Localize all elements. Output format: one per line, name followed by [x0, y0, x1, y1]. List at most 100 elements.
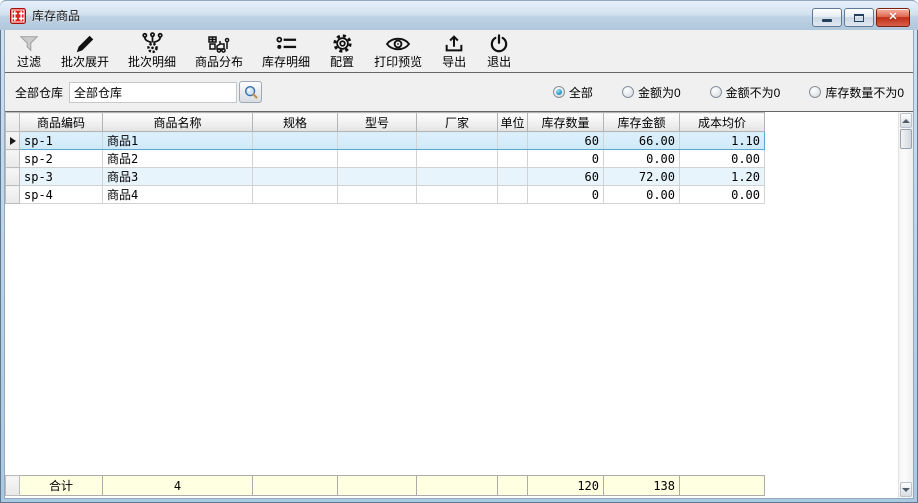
column-header[interactable]: 库存金额 [604, 113, 680, 132]
radio-label: 库存数量不为0 [825, 84, 904, 101]
radio-unselected-icon [622, 86, 634, 98]
radio-qty-nonzero[interactable]: 库存数量不为0 [809, 84, 904, 101]
minimize-button[interactable] [812, 8, 842, 27]
cell-vendor[interactable] [417, 132, 498, 150]
column-header[interactable]: 商品编码 [20, 113, 103, 132]
column-header[interactable]: 型号 [338, 113, 417, 132]
warehouse-search-button[interactable] [239, 81, 262, 103]
radio-amount-zero[interactable]: 金额为0 [622, 84, 681, 101]
radio-amount-nonzero[interactable]: 金额不为0 [710, 84, 781, 101]
truck-boxes-icon [206, 31, 232, 55]
exit-button[interactable]: 退出 [481, 31, 517, 72]
current-row-arrow-icon [10, 137, 16, 145]
maximize-button[interactable] [844, 8, 874, 27]
cell-code[interactable]: sp-4 [20, 186, 103, 204]
window-title: 库存商品 [32, 7, 80, 24]
column-header[interactable]: 商品名称 [103, 113, 253, 132]
cell-code[interactable]: sp-1 [20, 132, 103, 150]
scrollbar-thumb[interactable] [900, 129, 912, 149]
product-distribution-button[interactable]: 商品分布 [190, 31, 248, 72]
column-header[interactable]: 规格 [253, 113, 338, 132]
filter-button[interactable]: 过滤 [11, 31, 47, 72]
app-window: 库存商品 ✕ 过滤 批次展开 [0, 0, 918, 503]
cell-vendor[interactable] [417, 168, 498, 186]
summary-indicator-cell [6, 476, 20, 496]
cell-unit[interactable] [498, 186, 528, 204]
cell-amount[interactable]: 72.00 [604, 168, 680, 186]
print-preview-button[interactable]: 打印预览 [369, 31, 427, 72]
toolbar: 过滤 批次展开 批次明细 [5, 30, 913, 72]
scroll-down-button[interactable] [900, 482, 912, 497]
indicator-header-cell [6, 113, 20, 132]
column-header[interactable]: 单位 [498, 113, 528, 132]
cell-amount[interactable]: 0.00 [604, 150, 680, 168]
cell-unit[interactable] [498, 132, 528, 150]
table-row[interactable]: sp-2 商品2 0 0.00 0.00 [6, 150, 765, 168]
table-row[interactable]: sp-4 商品4 0 0.00 0.00 [6, 186, 765, 204]
cell-vendor[interactable] [417, 186, 498, 204]
cell-spec[interactable] [253, 168, 338, 186]
cell-model[interactable] [338, 150, 417, 168]
column-header[interactable]: 成本均价 [680, 113, 765, 132]
cell-name[interactable]: 商品3 [103, 168, 253, 186]
cell-cost[interactable]: 0.00 [680, 186, 765, 204]
cell-unit[interactable] [498, 168, 528, 186]
table-row[interactable]: sp-3 商品3 60 72.00 1.20 [6, 168, 765, 186]
inventory-table: 商品编码 商品名称 规格 型号 厂家 单位 库存数量 库存金额 成本均价 sp [5, 112, 765, 204]
cell-qty[interactable]: 0 [528, 150, 604, 168]
toolbar-label: 导出 [442, 55, 466, 69]
cell-code[interactable]: sp-3 [20, 168, 103, 186]
cell-name[interactable]: 商品1 [103, 132, 253, 150]
inventory-grid-area: 商品编码 商品名称 规格 型号 厂家 单位 库存数量 库存金额 成本均价 sp [5, 112, 913, 498]
vertical-scrollbar[interactable] [898, 112, 913, 498]
cell-qty[interactable]: 0 [528, 186, 604, 204]
toolbar-label: 过滤 [17, 55, 41, 69]
cell-qty[interactable]: 60 [528, 132, 604, 150]
cell-code[interactable]: sp-2 [20, 150, 103, 168]
summary-empty-cell [417, 476, 498, 496]
cell-model[interactable] [338, 132, 417, 150]
cell-model[interactable] [338, 168, 417, 186]
stock-detail-button[interactable]: 库存明细 [257, 31, 315, 72]
batch-expand-button[interactable]: 批次展开 [56, 31, 114, 72]
table-row[interactable]: sp-1 商品1 60 66.00 1.10 [6, 132, 765, 150]
cell-model[interactable] [338, 186, 417, 204]
radio-unselected-icon [809, 86, 821, 98]
cell-spec[interactable] [253, 150, 338, 168]
config-button[interactable]: 配置 [324, 31, 360, 72]
radio-all[interactable]: 全部 [553, 84, 593, 101]
scroll-up-button[interactable] [900, 113, 912, 128]
radio-selected-icon [553, 86, 565, 98]
cell-spec[interactable] [253, 132, 338, 150]
power-icon [486, 33, 512, 55]
gear-icon [329, 32, 355, 55]
export-up-icon [441, 33, 467, 55]
cell-unit[interactable] [498, 150, 528, 168]
minimize-icon [822, 19, 832, 22]
cell-vendor[interactable] [417, 150, 498, 168]
toolbar-label: 退出 [487, 55, 511, 69]
summary-label: 合计 [20, 476, 103, 496]
cell-name[interactable]: 商品4 [103, 186, 253, 204]
toolbar-label: 配置 [330, 55, 354, 69]
cell-amount[interactable]: 0.00 [604, 186, 680, 204]
batch-detail-button[interactable]: 批次明细 [123, 31, 181, 72]
bullet-list-icon [273, 32, 299, 55]
warehouse-input[interactable] [69, 82, 237, 103]
toolbar-label: 商品分布 [195, 55, 243, 69]
cell-cost[interactable]: 1.20 [680, 168, 765, 186]
cell-spec[interactable] [253, 186, 338, 204]
close-button[interactable]: ✕ [876, 8, 910, 27]
cell-qty[interactable]: 60 [528, 168, 604, 186]
toolbar-label: 批次展开 [61, 55, 109, 69]
toolbar-label: 库存明细 [262, 55, 310, 69]
cell-name[interactable]: 商品2 [103, 150, 253, 168]
export-button[interactable]: 导出 [436, 31, 472, 72]
column-header[interactable]: 库存数量 [528, 113, 604, 132]
cell-cost[interactable]: 1.10 [680, 132, 765, 150]
radio-label: 金额不为0 [726, 84, 781, 101]
summary-amount: 138 [604, 476, 680, 496]
cell-amount[interactable]: 66.00 [604, 132, 680, 150]
cell-cost[interactable]: 0.00 [680, 150, 765, 168]
column-header[interactable]: 厂家 [417, 113, 498, 132]
